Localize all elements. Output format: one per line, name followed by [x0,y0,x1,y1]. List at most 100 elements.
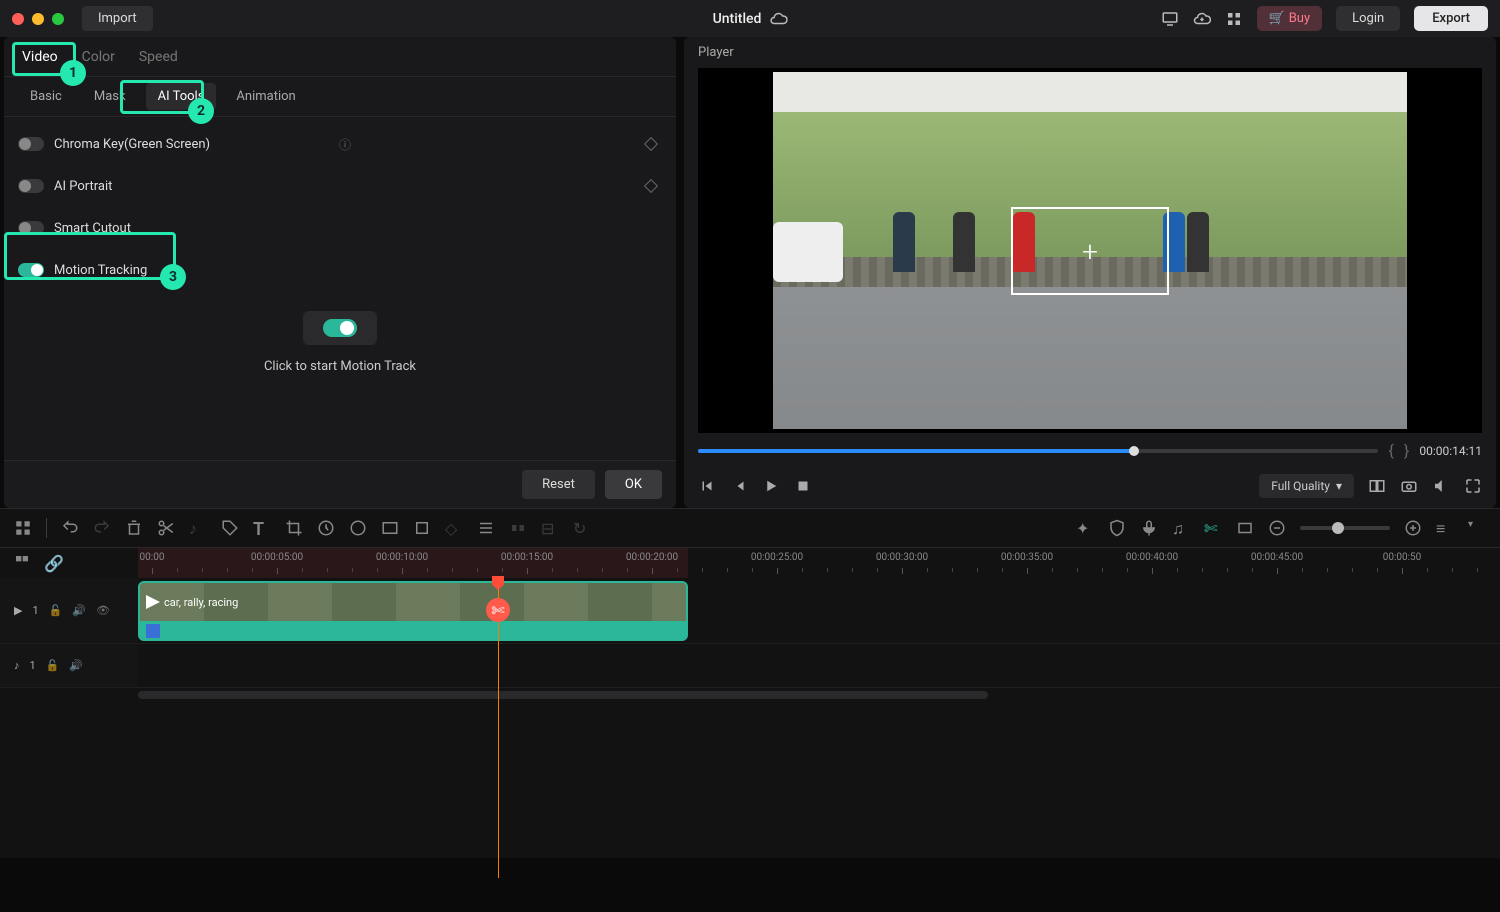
ruler-label: 00:00:50 [1383,552,1422,563]
picture-icon[interactable] [381,519,399,537]
ruler-label: 00:00:05:00 [251,552,303,563]
clip-label: car, rally, racing [164,596,238,609]
mute-icon[interactable]: 🔊 [69,659,83,672]
volume-icon[interactable] [1432,477,1450,495]
zoom-out-icon[interactable] [1268,519,1286,537]
apps-grid-icon[interactable] [1225,10,1243,28]
timeline-scrollbar[interactable] [0,688,1500,702]
stop-icon[interactable] [794,477,812,495]
buy-button[interactable]: 🛒 Buy [1257,6,1323,31]
mic-icon[interactable] [1140,519,1158,537]
chevron-down-icon[interactable]: ▾ [1468,519,1486,537]
ruler-label: 00:00:45:00 [1251,552,1303,563]
mark-in-icon[interactable]: { [1388,441,1393,460]
subtab-mask[interactable]: Mask [82,83,138,110]
audio-track-icon[interactable]: ♫ [1172,519,1190,537]
tab-speed[interactable]: Speed [139,39,178,75]
video-track-row: ▶ 1 🔓 🔊 👁 car, rally, racing ✄ [0,578,1500,644]
ungroup-icon[interactable]: ⊟ [541,519,559,537]
snapshot-icon[interactable] [1400,477,1418,495]
timeline-ruler[interactable]: 🔗 00:0000:00:05:0000:00:10:0000:00:15:00… [0,548,1500,578]
refresh-icon[interactable]: ↻ [573,519,591,537]
track-size-icon[interactable]: ≡ [1436,519,1454,537]
motion-start-toggle[interactable] [323,319,357,337]
cutout-toggle[interactable] [18,221,44,235]
subtab-ai-tools[interactable]: AI Tools [146,83,217,110]
color-correct-icon[interactable] [349,519,367,537]
tab-color[interactable]: Color [82,39,115,75]
group-icon[interactable] [509,519,527,537]
export-button[interactable]: Export [1414,6,1488,31]
tracking-target-box[interactable] [1011,207,1169,295]
cut-icon[interactable] [157,519,175,537]
quality-button[interactable]: Full Quality ▾ [1259,474,1354,498]
zoom-slider[interactable] [1300,526,1390,530]
chroma-toggle[interactable] [18,137,44,151]
cloud-sync-icon[interactable] [769,10,787,28]
cloud-download-icon[interactable] [1193,10,1211,28]
speed-icon[interactable] [317,519,335,537]
compare-icon[interactable] [1368,477,1386,495]
motion-toggle[interactable] [18,263,44,277]
crop-icon[interactable] [285,519,303,537]
cut-marker-icon[interactable]: ✄ [486,598,510,622]
motion-label: Motion Tracking [54,263,662,278]
audio-track-icon: ♪ [14,659,20,672]
fullscreen-window-icon[interactable] [52,13,64,25]
ruler-label: 00:00:15:00 [501,552,553,563]
keyframe-icon[interactable] [644,179,658,193]
ruler-label: 00:00:40:00 [1126,552,1178,563]
import-button[interactable]: Import [82,6,153,31]
subtab-animation[interactable]: Animation [224,83,307,110]
lock-icon[interactable]: 🔓 [46,659,60,672]
ruler-label: 00:00:10:00 [376,552,428,563]
motion-hint: Click to start Motion Track [18,359,662,374]
reset-button[interactable]: Reset [522,470,595,499]
subtab-basic[interactable]: Basic [18,83,74,110]
expand-icon[interactable] [413,519,431,537]
ruler-label: 00:00:20:00 [626,552,678,563]
tab-video[interactable]: Video [22,39,58,75]
enhance-icon[interactable]: ✦ [1076,519,1094,537]
keyframe-tool-icon[interactable]: ◇ [445,519,463,537]
layout-icon[interactable] [14,519,32,537]
delete-icon[interactable] [125,519,143,537]
player-label: Player [684,37,1496,68]
shield-icon[interactable] [1108,519,1126,537]
ruler-label: 00:00:25:00 [751,552,803,563]
player-progress[interactable] [698,449,1378,453]
lock-icon[interactable]: 🔓 [49,604,63,617]
mute-icon[interactable]: 🔊 [72,604,86,617]
adjust-icon[interactable] [477,519,495,537]
text-icon[interactable]: T [253,519,271,537]
quality-label: Full Quality [1271,479,1330,493]
player-viewport[interactable] [698,68,1482,433]
cutout-label: Smart Cutout [54,221,662,236]
fullscreen-icon[interactable] [1464,477,1482,495]
tag-icon[interactable] [221,519,239,537]
info-icon[interactable]: ⓘ [339,136,351,153]
eye-icon[interactable]: 👁 [96,604,110,617]
ok-button[interactable]: OK [605,470,662,499]
login-button[interactable]: Login [1336,6,1400,31]
video-track-icon: ▶ [14,604,22,617]
undo-icon[interactable] [61,519,79,537]
play-icon[interactable] [762,477,780,495]
zoom-in-icon[interactable] [1404,519,1422,537]
audio-detach-icon[interactable]: ♪ [189,519,207,537]
mark-out-icon[interactable]: } [1404,441,1409,460]
render-icon[interactable] [1236,519,1254,537]
redo-icon[interactable] [93,519,111,537]
video-clip[interactable]: car, rally, racing [138,581,688,641]
minimize-window-icon[interactable] [32,13,44,25]
marker-icon[interactable]: ✄ [1204,519,1222,537]
display-icon[interactable] [1161,10,1179,28]
close-window-icon[interactable] [12,13,24,25]
play-backward-icon[interactable] [730,477,748,495]
link-icon[interactable]: 🔗 [44,554,60,570]
keyframe-icon[interactable] [644,137,658,151]
portrait-toggle[interactable] [18,179,44,193]
player-panel: Player { } 00:00:14:11 Full Quality ▾ [684,37,1496,508]
thumbnail-toggle-icon[interactable] [14,554,30,570]
prev-frame-icon[interactable] [698,477,716,495]
